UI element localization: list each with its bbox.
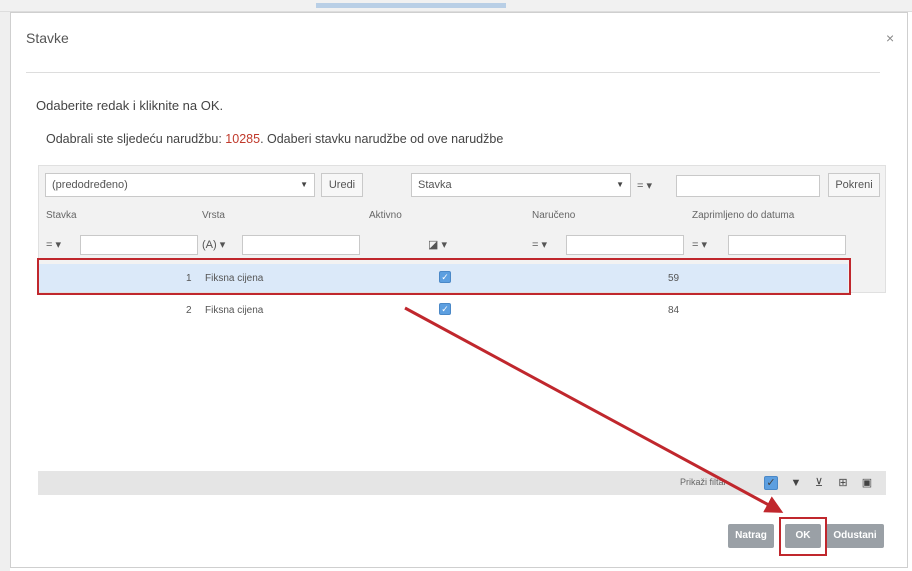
annotation-arrow xyxy=(404,306,784,513)
arrow-line xyxy=(404,306,784,513)
